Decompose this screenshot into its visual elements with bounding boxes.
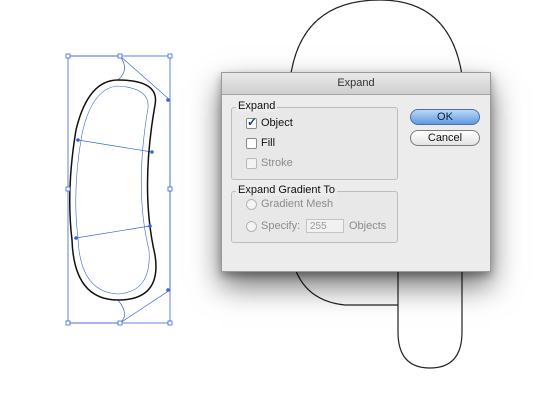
gradient-mesh-radio-row: Gradient Mesh [246, 197, 333, 211]
fill-checkbox-row[interactable]: Fill [246, 136, 275, 150]
artwork-outline-top[interactable] [289, 0, 463, 81]
stroke-label: Stroke [261, 157, 293, 169]
fill-label: Fill [261, 137, 276, 149]
objects-unit-label: Objects [349, 220, 387, 232]
fill-checkbox[interactable] [246, 137, 257, 149]
stroke-checkbox [246, 157, 257, 169]
specify-label: Specify: [261, 220, 301, 232]
gradient-mesh-radio [246, 198, 257, 210]
specify-radio-row: Specify: [246, 219, 300, 233]
expand-gradient-group-label: Expand Gradient To [236, 184, 338, 196]
ok-button[interactable]: OK [410, 109, 480, 125]
gradient-mesh-label: Gradient Mesh [261, 198, 334, 210]
artwork-stem[interactable] [397, 265, 463, 369]
object-checkbox[interactable] [246, 115, 257, 129]
stroke-checkbox-row: Stroke [246, 156, 293, 170]
specify-objects-input: 255 [306, 219, 344, 233]
selected-shape[interactable] [65, 53, 173, 326]
object-label: Object [261, 117, 293, 129]
expand-dialog: Expand Expand Object Fill Stroke Expand … [221, 72, 491, 272]
cancel-button[interactable]: Cancel [410, 130, 480, 146]
specify-radio [246, 220, 257, 232]
dialog-title: Expand [222, 73, 490, 95]
expand-group-label: Expand [236, 100, 278, 112]
objects-unit-label-row: Objects [349, 219, 386, 233]
object-checkbox-row[interactable]: Object [246, 115, 293, 130]
